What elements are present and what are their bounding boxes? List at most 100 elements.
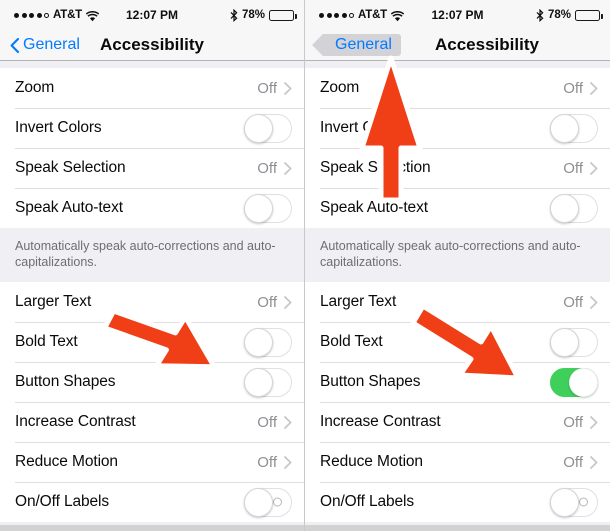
toggle-button-shapes[interactable]	[244, 367, 292, 397]
row-label: Larger Text	[15, 293, 92, 310]
settings-group-top: Zoom Off Invert Colors Speak Selection O…	[0, 68, 304, 228]
settings-row-bold-text[interactable]: Bold Text	[305, 322, 610, 362]
row-label: Speak Selection	[320, 159, 431, 176]
phone-screen-button-shapes-on: AT&T 12:07 PM 78% General Accessibility	[305, 0, 610, 531]
list-top-gap	[0, 61, 304, 68]
off-circle-glyph	[273, 497, 282, 507]
screen-bottom-edge	[305, 525, 610, 531]
settings-row-bold-text[interactable]: Bold Text	[0, 322, 304, 362]
settings-row-button-shapes[interactable]: Button Shapes	[305, 362, 610, 402]
row-label: Larger Text	[320, 293, 397, 310]
status-bar: AT&T 12:07 PM 78%	[0, 0, 304, 30]
chevron-right-icon	[284, 455, 292, 469]
wifi-icon	[390, 10, 405, 22]
toggle-invert-colors[interactable]	[550, 113, 598, 143]
back-button-general[interactable]: General	[8, 34, 84, 56]
settings-row-reduce-motion[interactable]: Reduce Motion Off	[305, 442, 610, 482]
status-bar-left: AT&T	[319, 9, 405, 22]
chevron-right-icon	[590, 81, 598, 95]
row-label: Bold Text	[320, 333, 383, 350]
settings-row-speak-selection[interactable]: Speak Selection Off	[305, 148, 610, 188]
status-bar-left: AT&T	[14, 9, 100, 22]
row-label: Speak Auto-text	[15, 199, 123, 216]
settings-row-zoom[interactable]: Zoom Off	[305, 68, 610, 108]
row-value: Off	[563, 453, 583, 471]
row-label: On/Off Labels	[320, 493, 415, 510]
settings-row-larger-text[interactable]: Larger Text Off	[0, 282, 304, 322]
bluetooth-icon	[230, 8, 238, 22]
settings-row-zoom[interactable]: Zoom Off	[0, 68, 304, 108]
row-label: Increase Contrast	[320, 413, 441, 430]
battery-percent-label: 78%	[547, 9, 571, 21]
settings-row-invert-colors[interactable]: Invert Colors	[305, 108, 610, 148]
chevron-right-icon	[284, 161, 292, 175]
row-label: Invert Colors	[15, 119, 102, 136]
row-label: Reduce Motion	[15, 453, 118, 470]
chevron-right-icon	[590, 455, 598, 469]
settings-row-invert-colors[interactable]: Invert Colors	[0, 108, 304, 148]
row-label: Increase Contrast	[15, 413, 136, 430]
row-value: Off	[563, 293, 583, 311]
settings-group-bottom: Larger Text Off Bold Text Button Shapes …	[0, 282, 304, 522]
battery-icon	[269, 9, 297, 21]
row-label: Invert Colors	[320, 119, 407, 136]
settings-row-button-shapes[interactable]: Button Shapes	[0, 362, 304, 402]
toggle-speak-auto-text[interactable]	[244, 193, 292, 223]
phone-screen-button-shapes-off: AT&T 12:07 PM 78% General Accessibility …	[0, 0, 305, 531]
screen-bottom-edge	[0, 525, 304, 531]
battery-percent-label: 78%	[241, 9, 265, 21]
status-bar-right: 78%	[536, 8, 603, 22]
toggle-speak-auto-text[interactable]	[550, 193, 598, 223]
toggle-on-off-labels[interactable]	[550, 487, 598, 517]
wifi-icon	[85, 10, 100, 22]
settings-row-speak-auto-text[interactable]: Speak Auto-text	[0, 188, 304, 228]
back-button-label: General	[335, 36, 392, 53]
toggle-invert-colors[interactable]	[244, 113, 292, 143]
row-label: Zoom	[15, 79, 55, 96]
signal-strength-icon	[319, 12, 354, 18]
settings-row-larger-text[interactable]: Larger Text Off	[305, 282, 610, 322]
chevron-right-icon	[590, 415, 598, 429]
settings-row-reduce-motion[interactable]: Reduce Motion Off	[0, 442, 304, 482]
navigation-bar: General Accessibility	[305, 30, 610, 61]
toggle-bold-text[interactable]	[550, 327, 598, 357]
row-label: Button Shapes	[320, 373, 421, 390]
settings-group-top: Zoom Off Invert Colors Speak Selection O…	[305, 68, 610, 228]
row-value: Off	[563, 159, 583, 177]
chevron-right-icon	[284, 415, 292, 429]
section-footer-note: Automatically speak auto-corrections and…	[0, 228, 304, 282]
bluetooth-icon	[536, 8, 544, 22]
off-circle-glyph	[579, 497, 588, 507]
row-label: On/Off Labels	[15, 493, 110, 510]
row-value: Off	[257, 293, 277, 311]
settings-row-speak-auto-text[interactable]: Speak Auto-text	[305, 188, 610, 228]
row-label: Bold Text	[15, 333, 78, 350]
comparison-screenshot: AT&T 12:07 PM 78% General Accessibility …	[0, 0, 610, 531]
row-value: Off	[563, 413, 583, 431]
toggle-bold-text[interactable]	[244, 327, 292, 357]
settings-row-on-off-labels[interactable]: On/Off Labels	[0, 482, 304, 522]
carrier-label: AT&T	[53, 9, 83, 21]
battery-icon	[575, 9, 603, 21]
settings-row-on-off-labels[interactable]: On/Off Labels	[305, 482, 610, 522]
carrier-label: AT&T	[358, 9, 388, 21]
row-value: Off	[257, 79, 277, 97]
row-label: Reduce Motion	[320, 453, 423, 470]
settings-row-increase-contrast[interactable]: Increase Contrast Off	[0, 402, 304, 442]
toggle-on-off-labels[interactable]	[244, 487, 292, 517]
row-value: Off	[257, 413, 277, 431]
settings-group-bottom: Larger Text Off Bold Text Button Shapes …	[305, 282, 610, 522]
chevron-right-icon	[590, 161, 598, 175]
toggle-button-shapes[interactable]	[550, 367, 598, 397]
settings-row-increase-contrast[interactable]: Increase Contrast Off	[305, 402, 610, 442]
row-value: Off	[257, 159, 277, 177]
row-value: Off	[257, 453, 277, 471]
chevron-right-icon	[284, 81, 292, 95]
chevron-left-icon	[10, 37, 20, 53]
settings-row-speak-selection[interactable]: Speak Selection Off	[0, 148, 304, 188]
back-button-label: General	[23, 36, 80, 53]
list-top-gap	[305, 61, 610, 68]
navigation-bar: General Accessibility	[0, 30, 304, 61]
chevron-right-icon	[590, 295, 598, 309]
back-button-general[interactable]: General	[321, 34, 401, 56]
